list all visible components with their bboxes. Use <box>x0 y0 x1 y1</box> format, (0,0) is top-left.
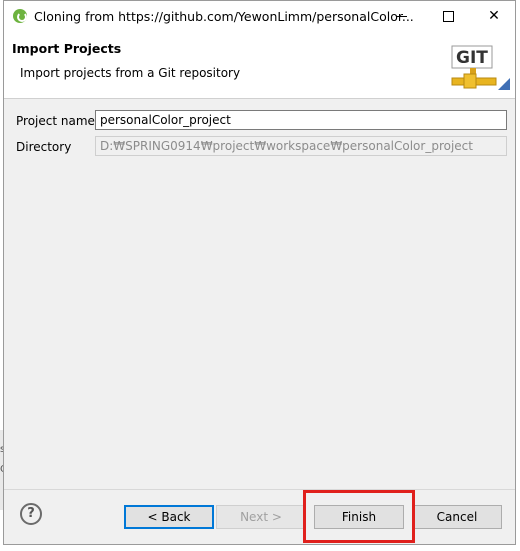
back-button[interactable]: < Back <box>124 505 214 529</box>
maximize-button[interactable] <box>425 1 471 32</box>
help-icon[interactable]: ? <box>20 503 42 525</box>
directory-field: D:₩SPRING0914₩project₩workspace₩personal… <box>95 136 507 156</box>
project-name-label: Project name <box>16 114 95 128</box>
wizard-header: Import Projects Import projects from a G… <box>4 32 515 99</box>
cancel-button[interactable]: Cancel <box>412 505 502 529</box>
page-description: Import projects from a Git repository <box>20 66 241 80</box>
spring-app-icon <box>13 9 27 23</box>
git-logo-text: GIT <box>456 48 488 68</box>
next-button: Next > <box>216 505 306 529</box>
directory-label: Directory <box>16 140 72 154</box>
import-projects-dialog: Cloning from https://github.com/YewonLim… <box>3 0 516 545</box>
title-bar[interactable]: Cloning from https://github.com/YewonLim… <box>4 1 515 33</box>
minimize-icon <box>397 16 407 17</box>
close-icon: ✕ <box>488 8 500 24</box>
minimize-button[interactable] <box>379 1 425 32</box>
finish-highlight-box <box>303 490 415 543</box>
window-title: Cloning from https://github.com/YewonLim… <box>34 9 414 24</box>
maximize-icon <box>443 11 454 22</box>
page-title: Import Projects <box>12 41 122 56</box>
button-bar-separator <box>4 489 515 490</box>
close-button[interactable]: ✕ <box>471 1 517 32</box>
project-name-input[interactable]: personalColor_project <box>95 110 507 130</box>
git-logo-icon: GIT <box>451 45 510 90</box>
